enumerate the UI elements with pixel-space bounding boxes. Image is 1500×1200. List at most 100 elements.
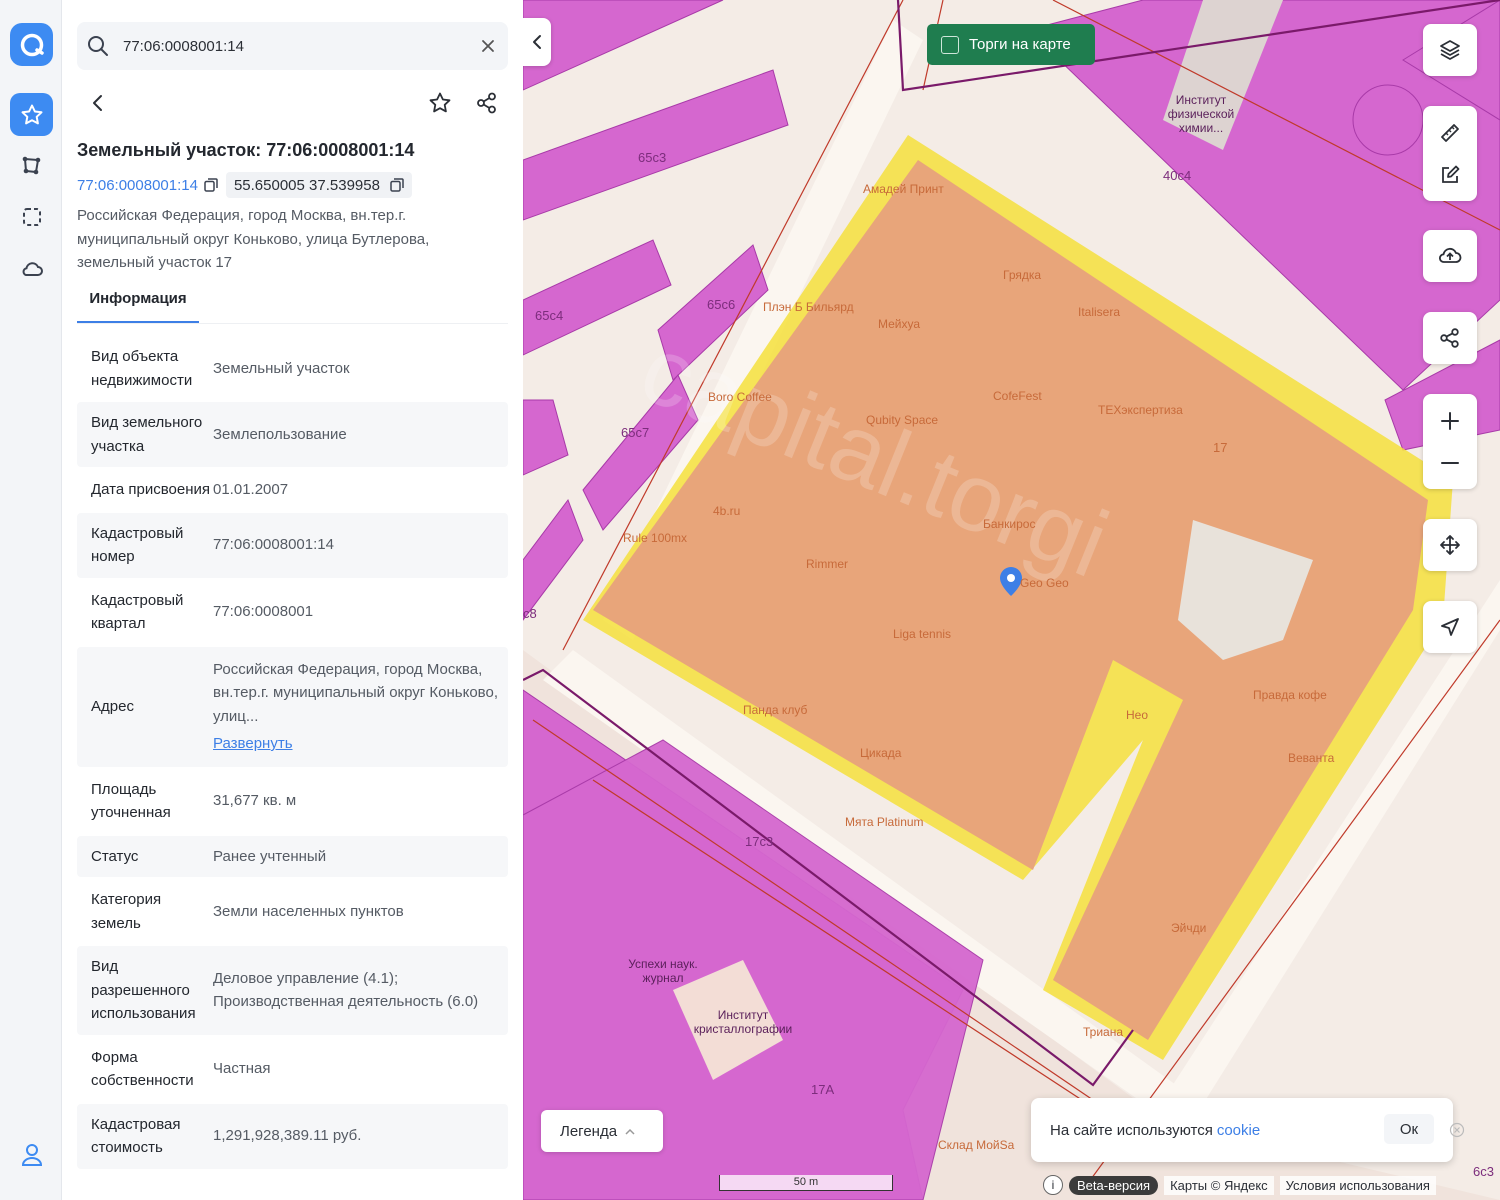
info-value-text: Земли населенных пунктов	[213, 902, 404, 920]
info-row: Вид объекта недвижимости Земельный участо…	[77, 337, 508, 400]
map-poi-label[interactable]: CofeFest	[993, 389, 1042, 403]
info-key: Дата присвоения	[91, 481, 210, 498]
chevron-up-icon	[625, 1128, 635, 1135]
info-value-text: 1,291,928,389.11 руб.	[213, 1127, 362, 1145]
minus-icon	[1441, 461, 1459, 464]
info-row: Категория земель Земли населенных пунктов	[77, 879, 508, 944]
cookie-text: На сайте используются	[1050, 1121, 1213, 1139]
map-canvas[interactable]: capital.torgi 65с3 65с4 65с6 65с7 40с4 1…	[523, 0, 1500, 1200]
scale-bar: 50 m	[719, 1175, 893, 1191]
zoom-in-button[interactable]	[1423, 400, 1477, 442]
map-share-button[interactable]	[1423, 312, 1477, 364]
edit-button[interactable]	[1423, 154, 1477, 196]
map-poi-label[interactable]: Мейхуа	[878, 317, 920, 331]
share-icon	[1440, 328, 1459, 348]
select-area-button[interactable]	[10, 195, 53, 238]
coordinates-chip[interactable]: 55.650005 37.539958	[225, 172, 412, 198]
map-poi-label[interactable]: Rimmer	[806, 557, 848, 571]
torgi-checkbox[interactable]	[941, 35, 959, 54]
favorites-button[interactable]	[10, 93, 53, 136]
clear-icon[interactable]	[478, 36, 498, 56]
layers-button[interactable]	[1423, 24, 1477, 76]
chevron-left-icon	[93, 95, 102, 111]
locate-button[interactable]	[1423, 601, 1477, 653]
map-poi-label[interactable]: Qubity Space	[866, 413, 938, 427]
map-poi-label[interactable]: Институт кристаллографии	[693, 1008, 793, 1036]
copy-icon[interactable]	[390, 178, 404, 192]
map-poi-label[interactable]: Панда клуб	[743, 703, 807, 717]
torgi-toggle[interactable]: Торги на карте	[927, 24, 1095, 65]
map-poi-label[interactable]: Грядка	[1003, 268, 1041, 282]
ruler-button[interactable]	[1423, 112, 1477, 154]
map-graphics: capital.torgi	[523, 0, 1500, 1200]
map-building-label: с8	[523, 606, 537, 621]
app-logo[interactable]	[10, 23, 53, 66]
legend-button[interactable]: Легенда	[541, 1110, 663, 1152]
map-poi-label[interactable]: Эйчди	[1171, 921, 1206, 935]
info-value-text: Частная	[213, 1060, 271, 1078]
pan-button[interactable]	[1423, 519, 1477, 571]
share-button[interactable]	[470, 86, 504, 120]
map-poi-label[interactable]: 4b.ru	[713, 504, 740, 518]
map-poi-label[interactable]: Цикада	[860, 746, 901, 760]
info-value-text: Земельный участок	[213, 359, 350, 377]
map-poi-label[interactable]: Склад МойSa	[938, 1138, 1014, 1152]
info-value: 31,677 кв. м	[213, 789, 508, 813]
map-building-label: 6с3	[1473, 1164, 1494, 1179]
cadastral-link-text[interactable]: 77:06:0008001:14	[77, 177, 198, 194]
share-icon	[477, 92, 496, 114]
map-attribution: i Beta-версия Карты © Яндекс Условия исп…	[1043, 1174, 1436, 1196]
info-value: Деловое управление (4.1); Производственн…	[213, 967, 508, 1014]
map-poi-label[interactable]: Триана	[1083, 1025, 1123, 1039]
yandex-attribution: Карты © Яндекс	[1164, 1175, 1274, 1195]
info-row: Площадь уточненная 31,677 кв. м	[77, 769, 508, 834]
info-key: Адрес	[91, 697, 134, 715]
info-value: 77:06:0008001:14	[213, 533, 508, 557]
map-poi-label[interactable]: Мята Platinum	[845, 815, 924, 829]
info-row: Вид земельного участка Землепользование	[77, 402, 508, 467]
terms-link[interactable]: Условия использования	[1279, 1175, 1436, 1195]
legend-label: Легенда	[560, 1122, 618, 1140]
zoom-out-button[interactable]	[1423, 442, 1477, 484]
map-poi-label[interactable]: Банкирос	[983, 517, 1035, 531]
coordinates-text: 55.650005 37.539958	[233, 176, 380, 194]
info-row: Форма собственности Частная	[77, 1037, 508, 1102]
search-icon	[88, 36, 108, 56]
map-building-label: 17А	[811, 1082, 835, 1097]
map-poi-label[interactable]: Институт физической химии...	[1151, 93, 1251, 135]
upload-button[interactable]	[1423, 230, 1477, 282]
cookie-ok-button[interactable]: Ок	[1384, 1114, 1434, 1144]
info-key: Вид земельного участка	[91, 414, 203, 455]
map-poi-label[interactable]: Успехи наук. журнал	[613, 957, 713, 985]
favorite-button[interactable]	[423, 86, 457, 120]
map-poi-label[interactable]: Плэн Б Бильярд	[763, 300, 854, 314]
map-poi-label[interactable]: Liga tennis	[893, 627, 951, 641]
edit-icon	[1442, 165, 1460, 183]
copy-icon[interactable]	[204, 178, 218, 192]
info-key: Вид объекта недвижимости	[91, 348, 193, 389]
close-icon[interactable]	[1449, 1122, 1465, 1138]
info-value-text: Российская Федерация, город Москва, вн.т…	[213, 660, 498, 725]
map-poi-label[interactable]: Heo	[1126, 708, 1148, 722]
collapse-panel-button[interactable]	[523, 18, 551, 66]
map-poi-label[interactable]: Boro Coffee	[708, 390, 772, 404]
map-poi-label[interactable]: Italisera	[1078, 305, 1120, 319]
cookie-link[interactable]: cookie	[1217, 1122, 1260, 1139]
zoom-controls	[1423, 394, 1477, 489]
map-poi-label[interactable]: Амадей Принт	[863, 182, 944, 196]
route-button[interactable]	[10, 144, 53, 187]
expand-link[interactable]: Развернуть	[213, 732, 498, 756]
info-icon[interactable]: i	[1043, 1175, 1063, 1195]
tab-divider	[77, 323, 508, 324]
cadastral-link[interactable]: 77:06:0008001:14	[77, 172, 218, 198]
map-poi-label[interactable]: Geo Geo	[1020, 576, 1069, 590]
search-input[interactable]	[123, 37, 453, 55]
map-poi-label[interactable]: ТЕХэкспертиза	[1098, 403, 1183, 417]
profile-button[interactable]	[10, 1133, 53, 1176]
map-poi-label[interactable]: Rule 100mx	[623, 531, 687, 545]
map-poi-label[interactable]: Правда кофе	[1253, 688, 1327, 702]
tab-information[interactable]: Информация	[77, 286, 199, 324]
cloud-button[interactable]	[10, 247, 53, 290]
back-button[interactable]	[81, 86, 115, 120]
map-poi-label[interactable]: Веванта	[1288, 751, 1334, 765]
